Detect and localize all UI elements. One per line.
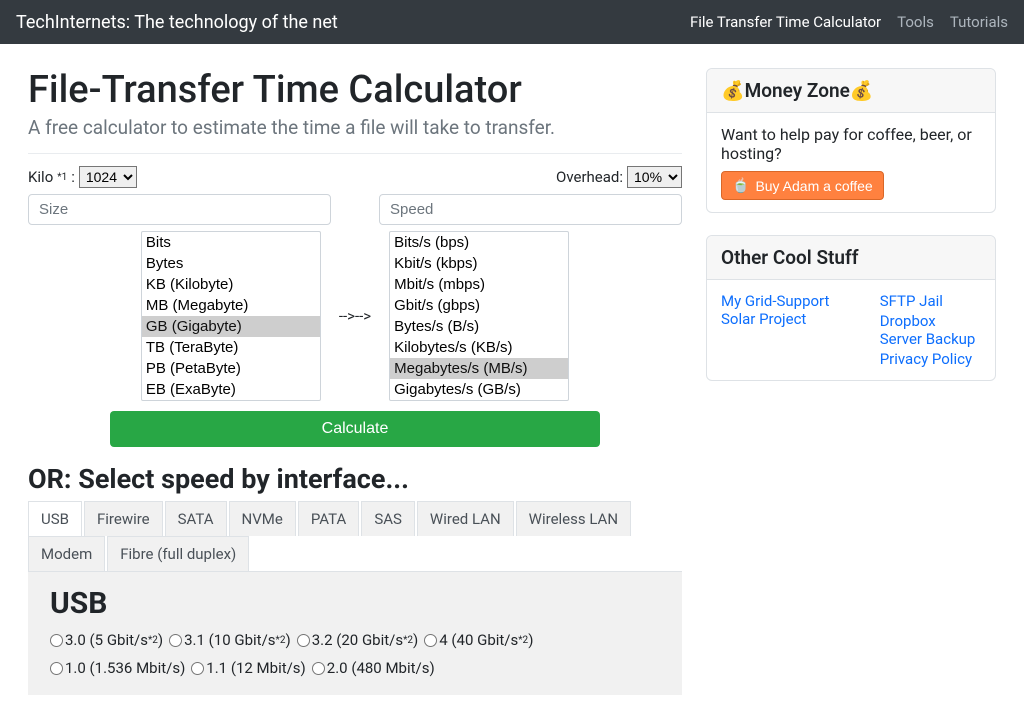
usb-radio[interactable]	[297, 634, 310, 647]
cool-link[interactable]: Privacy Policy	[880, 350, 981, 368]
usb-option[interactable]: 3.2 (20 Gbit/s*2)	[297, 631, 419, 649]
usb-radio[interactable]	[169, 634, 182, 647]
usb-option[interactable]: 1.0 (1.536 Mbit/s)	[50, 659, 185, 677]
radio-row: 1.0 (1.536 Mbit/s) 1.1 (12 Mbit/s) 2.0 (48…	[50, 659, 660, 677]
tab-modem[interactable]: Modem	[28, 536, 105, 571]
tab-wireless-lan[interactable]: Wireless LAN	[516, 501, 631, 536]
interface-tabs: USBFirewireSATANVMePATASASWired LANWirel…	[28, 501, 682, 572]
speed-unit-select[interactable]: Bits/s (bps)Kbit/s (kbps)Mbit/s (mbps)Gb…	[389, 231, 569, 401]
usb-radio[interactable]	[312, 662, 325, 675]
kilo-label: Kilo*1: 1024	[28, 166, 137, 188]
tab-content-usb: USB 3.0 (5 Gbit/s*2) 3.1 (10 Gbit/s*2) 3.2…	[28, 572, 682, 695]
money-text: Want to help pay for coffee, beer, or ho…	[721, 125, 981, 163]
or-title: OR: Select speed by interface...	[28, 463, 682, 495]
tab-nvme[interactable]: NVMe	[229, 501, 296, 536]
page-title: File-Transfer Time Calculator	[28, 68, 682, 112]
moneybag-icon: 💰	[850, 79, 874, 102]
radio-row: 3.0 (5 Gbit/s*2) 3.1 (10 Gbit/s*2) 3.2 (20…	[50, 631, 660, 649]
usb-option[interactable]: 3.1 (10 Gbit/s*2)	[169, 631, 291, 649]
tab-usb[interactable]: USB	[28, 501, 82, 536]
coffee-icon: 🍵	[732, 177, 749, 194]
usb-radio[interactable]	[50, 634, 63, 647]
usb-radio[interactable]	[191, 662, 204, 675]
nav-link-tools[interactable]: Tools	[897, 13, 934, 31]
money-zone-card: 💰 Money Zone 💰 Want to help pay for coff…	[706, 68, 996, 213]
size-input[interactable]	[28, 194, 331, 225]
calculate-button[interactable]: Calculate	[110, 411, 600, 447]
tab-sas[interactable]: SAS	[361, 501, 415, 536]
nav-link-tutorials[interactable]: Tutorials	[950, 13, 1008, 31]
tab-wired-lan[interactable]: Wired LAN	[417, 501, 514, 536]
buy-coffee-button[interactable]: 🍵 Buy Adam a coffee	[721, 171, 884, 200]
nav-link-file-transfer-time-calculator[interactable]: File Transfer Time Calculator	[690, 13, 881, 31]
usb-option[interactable]: 2.0 (480 Mbit/s)	[312, 659, 435, 677]
cool-stuff-header: Other Cool Stuff	[707, 236, 995, 280]
tab-sata[interactable]: SATA	[165, 501, 227, 536]
navbar: TechInternets: The technology of the net…	[0, 0, 1024, 44]
overhead-select[interactable]: 10%	[627, 166, 682, 188]
arrow-icon: -->-->	[339, 307, 371, 325]
usb-option[interactable]: 4 (40 Gbit/s*2)	[424, 631, 533, 649]
usb-radio[interactable]	[424, 634, 437, 647]
moneybag-icon: 💰	[721, 79, 745, 102]
cool-link[interactable]: My Grid-Support Solar Project	[721, 292, 850, 328]
overhead-label: Overhead: 10%	[556, 166, 682, 188]
brand: TechInternets: The technology of the net	[16, 12, 338, 33]
cool-link[interactable]: SFTP Jail	[880, 292, 981, 310]
tab-pata[interactable]: PATA	[298, 501, 359, 536]
cool-link[interactable]: Dropbox Server Backup	[880, 312, 981, 348]
other-cool-stuff-card: Other Cool Stuff My Grid-Support Solar P…	[706, 235, 996, 381]
money-zone-header: 💰 Money Zone 💰	[707, 69, 995, 113]
tab-fibre-full-duplex-[interactable]: Fibre (full duplex)	[107, 536, 249, 571]
speed-input[interactable]	[379, 194, 682, 225]
usb-radio[interactable]	[50, 662, 63, 675]
divider	[28, 153, 682, 154]
nav-right: File Transfer Time Calculator Tools Tutori…	[690, 13, 1008, 31]
size-unit-select[interactable]: BitsBytesKB (Kilobyte)MB (Megabyte)GB (G…	[141, 231, 321, 401]
panel-title: USB	[50, 586, 660, 621]
usb-option[interactable]: 1.1 (12 Mbit/s)	[191, 659, 305, 677]
tab-firewire[interactable]: Firewire	[84, 501, 163, 536]
usb-option[interactable]: 3.0 (5 Gbit/s*2)	[50, 631, 163, 649]
page-subtitle: A free calculator to estimate the time a…	[28, 116, 682, 139]
kilo-select[interactable]: 1024	[79, 166, 137, 188]
